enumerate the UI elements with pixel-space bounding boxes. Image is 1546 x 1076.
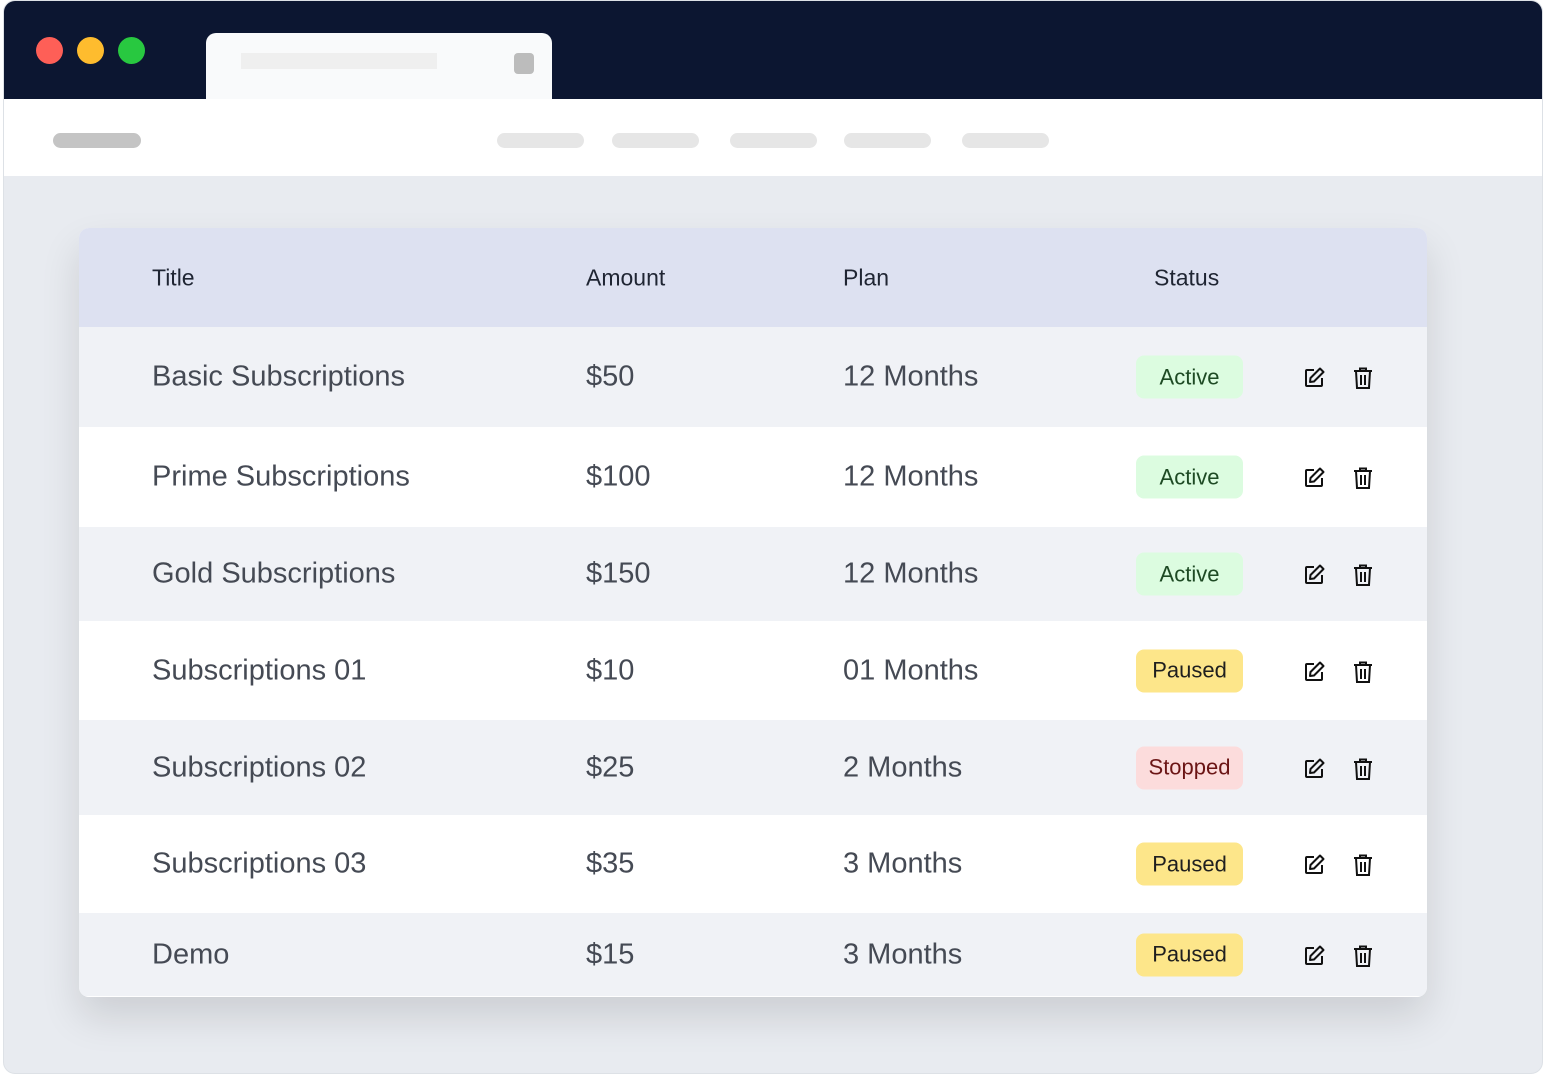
row-plan: 12 Months [843,557,979,590]
row-plan: 2 Months [843,751,963,783]
row-amount: $35 [586,847,635,880]
row-title: Subscriptions 01 [152,654,367,686]
edit-icon[interactable] [1302,562,1326,586]
row-title: Prime Subscriptions [152,460,410,493]
row-title: Subscriptions 02 [152,751,367,783]
edit-icon[interactable] [1302,465,1326,489]
row-title: Gold Subscriptions [152,557,396,590]
row-amount: $150 [586,557,651,590]
row-plan: 3 Months [843,847,963,880]
trash-icon[interactable] [1351,943,1375,967]
trash-icon[interactable] [1351,465,1375,489]
nav-link-placeholder[interactable] [612,133,699,148]
edit-icon[interactable] [1302,659,1326,683]
header-title: Title [152,264,195,290]
nav-link-placeholder[interactable] [497,133,584,148]
edit-icon[interactable] [1302,852,1326,876]
minimize-window-button[interactable] [77,37,104,64]
browser-tab[interactable] [206,33,552,105]
row-amount: $25 [586,751,635,783]
header-status: Status [1154,264,1220,290]
close-window-button[interactable] [36,37,63,64]
subscriptions-table: Title Amount Plan Status Basic Subscript… [79,228,1427,997]
status-badge: Paused [1136,933,1243,976]
trash-icon[interactable] [1351,756,1375,780]
status-badge: Active [1136,355,1243,399]
row-amount: $100 [586,460,651,493]
tab-title-placeholder [241,53,437,69]
edit-icon[interactable] [1302,365,1326,389]
row-plan: 12 Months [843,360,979,393]
row-amount: $50 [586,360,635,393]
row-title: Basic Subscriptions [152,360,406,393]
row-amount: $10 [586,654,635,686]
table-row: Basic Subscriptions $50 12 Months Active [79,327,1427,427]
row-title: Subscriptions 03 [152,847,367,880]
nav-link-placeholder[interactable] [962,133,1049,148]
trash-icon[interactable] [1351,852,1375,876]
edit-icon[interactable] [1302,756,1326,780]
title-bar [4,1,1542,105]
row-title: Demo [152,938,230,970]
status-badge: Paused [1136,649,1243,692]
maximize-window-button[interactable] [118,37,145,64]
table-row: Gold Subscriptions $150 12 Months Active [79,527,1427,621]
status-badge: Active [1136,552,1243,596]
nav-bar [4,99,1542,176]
header-plan: Plan [843,264,890,290]
status-badge: Paused [1136,842,1243,886]
table-body: Basic Subscriptions $50 12 Months Active… [79,327,1427,996]
table-row: Subscriptions 03 $35 3 Months Paused [79,815,1427,913]
tab-close-icon[interactable] [514,53,534,74]
nav-link-placeholder[interactable] [730,133,817,148]
trash-icon[interactable] [1351,562,1375,586]
row-plan: 12 Months [843,460,979,493]
edit-icon[interactable] [1302,943,1326,967]
table-row: Subscriptions 02 $25 2 Months Stopped [79,720,1427,815]
table-row: Prime Subscriptions $100 12 Months Activ… [79,427,1427,527]
status-badge: Stopped [1136,746,1243,789]
table-header: Title Amount Plan Status [79,228,1427,327]
table-row: Demo $15 3 Months Paused [79,913,1427,996]
logo-placeholder [53,133,141,148]
trash-icon[interactable] [1351,659,1375,683]
status-badge: Active [1136,455,1243,499]
row-amount: $15 [586,938,635,970]
row-plan: 01 Months [843,654,979,686]
nav-link-placeholder[interactable] [844,133,931,148]
trash-icon[interactable] [1351,365,1375,389]
header-amount: Amount [586,264,666,290]
table-row: Subscriptions 01 $10 01 Months Paused [79,621,1427,720]
row-plan: 3 Months [843,938,963,970]
